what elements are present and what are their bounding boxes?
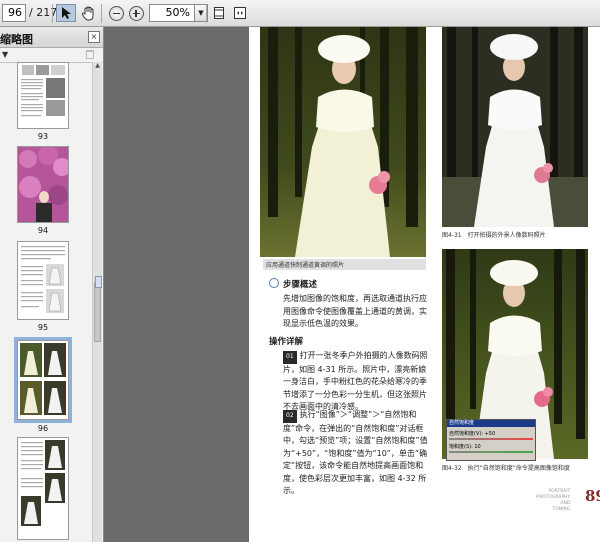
panel-header: 缩略图 × (0, 27, 103, 48)
hand-tool-icon (81, 6, 94, 20)
page-number-input[interactable]: 96 (2, 4, 26, 22)
thumbnail-label: 95 (37, 323, 49, 332)
panel-close-button[interactable]: × (88, 31, 100, 43)
dialog-slider (449, 451, 533, 453)
panel-resize-handle[interactable] (95, 276, 102, 288)
dialog-row: 自然饱和度(V): +50 (449, 431, 496, 437)
trash-icon[interactable] (86, 50, 94, 59)
scrollbar-thumb[interactable] (94, 282, 101, 342)
figure-caption: 图4-32 执行“自然饱和度”命令提高图像饱和度 (442, 465, 570, 472)
zoom-in-icon (128, 5, 144, 21)
dialog-row: 饱和度(S): 10 (449, 444, 481, 450)
figure-caption: 应用通道快制通道黄调的照片 (263, 259, 426, 270)
photo-image (260, 27, 426, 257)
vibrance-dialog: 自然饱和度 自然饱和度(V): +50 饱和度(S): 10 (446, 419, 536, 461)
document-page: 应用通道快制通道黄调的照片 图4-31 打开拍摄的外景人像数码照片 自然饱和度 … (249, 27, 600, 542)
figure-caption: 图4-31 打开拍摄的外景人像数码照片 (442, 232, 546, 239)
thumbnail-image (21, 65, 65, 117)
thumbnail-list: 93 94 95 96 (0, 62, 92, 542)
page-number: 89 (585, 487, 600, 505)
step-paragraph: 01 打开一张冬季户外拍摄的人像数码照片，如图 4-31 所示。照片中，漂亮新娘一… (283, 351, 428, 411)
section-body-text: 先增加图像的饱和度，再选取通道执行应用图像命令使图像覆盖上通道的黄调，实现显示低… (283, 294, 427, 328)
fit-page-icon (214, 7, 224, 19)
page-footer-text: PORTRAIT PHOTOGRAPHY AND TONING (536, 489, 571, 512)
fit-page-button[interactable] (209, 4, 229, 22)
zoom-level-input[interactable]: 50% (149, 4, 195, 22)
thumbnail-label: 93 (37, 132, 49, 141)
thumbnail-page[interactable] (17, 241, 69, 320)
bullet-circle-icon (269, 278, 279, 288)
section-heading: 操作详解 (269, 337, 304, 347)
toolbar-separator (206, 4, 207, 23)
fit-width-icon (234, 7, 246, 19)
step-paragraph: 02 执行“图像”＞“调整”＞“自然饱和度”命令，在弹出的“自然饱和度”对话框中，… (283, 410, 428, 495)
section-heading: 步骤概述 (269, 278, 317, 290)
chevron-down-icon: ▼ (198, 9, 204, 17)
select-arrow-icon (62, 7, 71, 19)
panel-options-bar: ▼ (0, 48, 103, 63)
options-menu-button[interactable]: ▼ (2, 50, 8, 59)
toolbar-separator (52, 4, 53, 23)
thumbnail-image (21, 246, 65, 313)
thumbnail-page[interactable] (17, 62, 69, 129)
thumbnail-image (18, 147, 68, 222)
thumbnail-image (21, 440, 65, 526)
zoom-out-button[interactable] (106, 4, 126, 22)
toolbar: 96 / 217 50% ▼ (0, 0, 600, 27)
toolbar-separator (101, 4, 102, 23)
thumbnail-scrollbar[interactable]: ▲ (92, 62, 102, 542)
zoom-out-icon (108, 5, 124, 21)
step-number-badge: 01 (283, 351, 297, 364)
bride-photo-main (260, 27, 426, 257)
thumbnail-page[interactable] (17, 146, 69, 223)
dialog-title: 自然饱和度 (447, 420, 535, 427)
hand-tool-button[interactable] (78, 4, 98, 22)
thumbnail-label: 96 (37, 424, 49, 433)
thumbnails-panel: 缩略图 × ▼ 93 94 95 96 ▲ (0, 27, 104, 542)
step-number-badge: 02 (283, 410, 297, 423)
scroll-up-icon[interactable]: ▲ (93, 62, 102, 71)
zoom-in-button[interactable] (126, 4, 146, 22)
select-tool-button[interactable] (56, 4, 76, 22)
thumbnail-page[interactable] (17, 437, 69, 540)
fit-width-button[interactable] (230, 4, 250, 22)
photo-image (442, 27, 588, 227)
thumbnail-image (20, 343, 66, 415)
thumbnail-page-current[interactable] (14, 337, 72, 423)
thumbnail-label: 94 (37, 226, 49, 235)
bride-photo-fig31 (442, 27, 588, 227)
panel-title: 缩略图 (0, 33, 33, 46)
close-icon: × (90, 32, 98, 41)
